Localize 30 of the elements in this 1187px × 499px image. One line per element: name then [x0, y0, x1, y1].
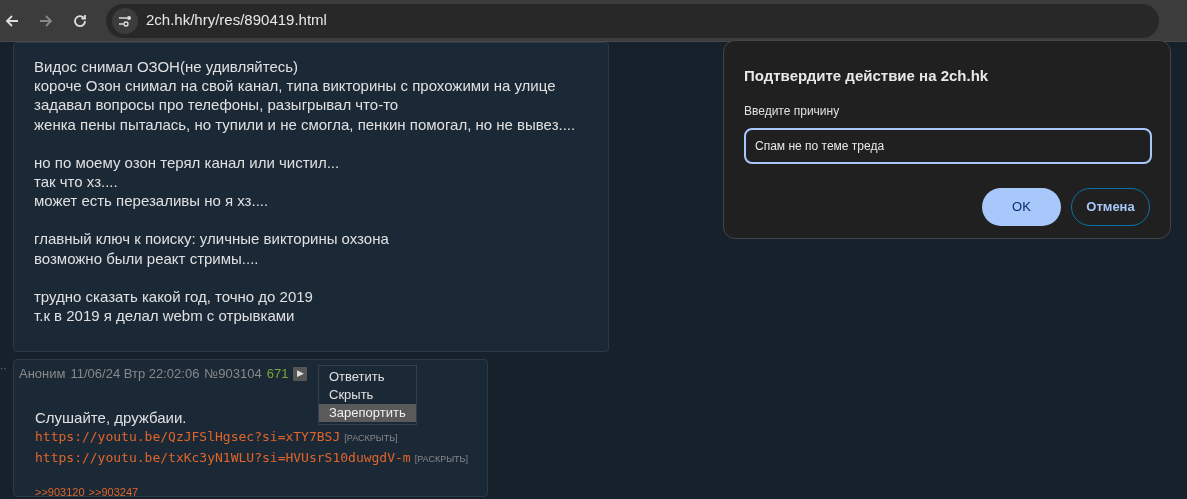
post-text: главный ключ к поиску: уличные викторины охзона возможно были реакт стримы....	[34, 229, 389, 268]
field-label: Введите причину	[744, 102, 841, 120]
menu-item[interactable]: Ответить	[319, 368, 416, 386]
reply-link[interactable]: >>903120	[35, 482, 85, 499]
post-text: трудно сказать какой год, точно до 2019 т.к в 2019 я делал webm с отрывками	[34, 286, 313, 326]
reload-icon[interactable]	[72, 12, 88, 29]
post-menu-button[interactable]: ▶	[293, 366, 308, 381]
post-text: Слушайте, дружбаии.	[35, 407, 187, 427]
forward-icon[interactable]	[38, 12, 54, 29]
dots-icon: ··	[0, 361, 7, 376]
expand-link[interactable]: [РАСКРЫТЬ]	[344, 428, 398, 448]
author-name: Аноним	[19, 365, 66, 383]
post-text: но по моему озон терял канал или чистил... так что хз.... может есть перезаливы но я хз....	[34, 152, 340, 211]
post-number[interactable]: №903104	[204, 364, 262, 384]
ok-button[interactable]: OK	[982, 187, 1061, 226]
site-settings-icon[interactable]	[112, 7, 138, 34]
menu-item[interactable]: Скрыть	[319, 386, 416, 404]
address-bar[interactable]: 2ch.hk/hry/res/890419.html	[106, 3, 1159, 38]
expand-link[interactable]: [РАСКРЫТЬ]	[414, 449, 468, 469]
input-field[interactable]: Спам не по теме треда	[744, 127, 1152, 164]
post-text: Видос снимал ОЗОН(не удивляйтесь) короче Озон снимал на свой канал, типа викторины с прохожими на улице задавал вопросы про телефоны, разыгрывал что-то женка пены пыталась, но тупили и не смогла, пенкин помогал, но не вывез....	[34, 57, 576, 134]
link[interactable]: https://youtu.be/txKc3yN1WLU?si=HVUsrS10duwgdV-m	[35, 447, 411, 467]
menu-item[interactable]: Зарепортить	[319, 404, 416, 422]
reply-link[interactable]: >>903247	[88, 482, 139, 499]
post-count: 671	[266, 365, 289, 383]
dialog-title: Подтвердите действие на 2ch.hk	[744, 66, 990, 86]
url-text: 2ch.hk/hry/res/890419.html	[146, 10, 327, 31]
link[interactable]: https://youtu.be/QzJFSlHgsec?si=xTY7BSJ	[35, 426, 341, 446]
post-date: 11/06/24 Втр 22:02:06	[70, 365, 200, 383]
back-icon[interactable]	[4, 12, 20, 29]
